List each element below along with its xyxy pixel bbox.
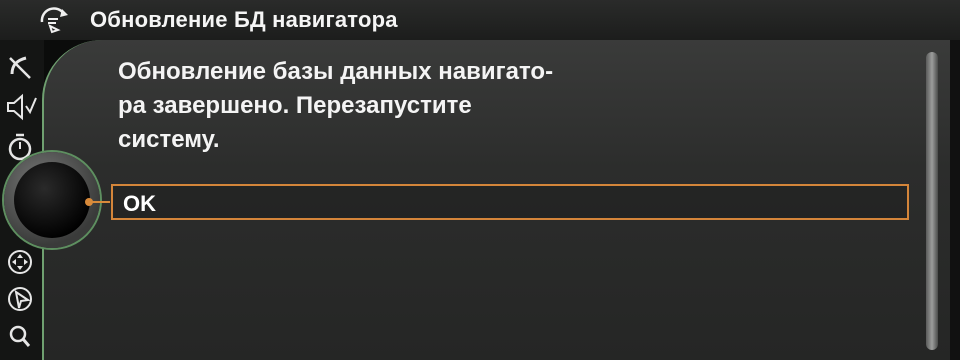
- search-icon[interactable]: [4, 322, 38, 352]
- ok-button[interactable]: OK: [111, 184, 909, 220]
- message-line: Обновление базы данных навигато-: [118, 58, 554, 85]
- message-line: ра завершено. Перезапустите: [118, 92, 472, 119]
- phone-mute-icon[interactable]: [4, 52, 38, 82]
- message-line: систему.: [118, 126, 220, 153]
- navigation-update-icon: [38, 6, 72, 34]
- navigation-arrow-icon[interactable]: [4, 284, 38, 314]
- title-bar: Обновление БД навигатора: [0, 0, 960, 40]
- screen-edge: [950, 40, 960, 360]
- page-title: Обновление БД навигатора: [90, 7, 398, 32]
- dialog-message: Обновление базы данных навигато- ра заве…: [118, 55, 618, 157]
- controller-knob[interactable]: [14, 162, 90, 238]
- speaker-icon[interactable]: [4, 92, 38, 122]
- selection-connector: [88, 201, 110, 203]
- directional-pad-icon[interactable]: [4, 246, 38, 276]
- scrollbar[interactable]: [926, 52, 938, 350]
- ok-button-label: OK: [123, 191, 156, 216]
